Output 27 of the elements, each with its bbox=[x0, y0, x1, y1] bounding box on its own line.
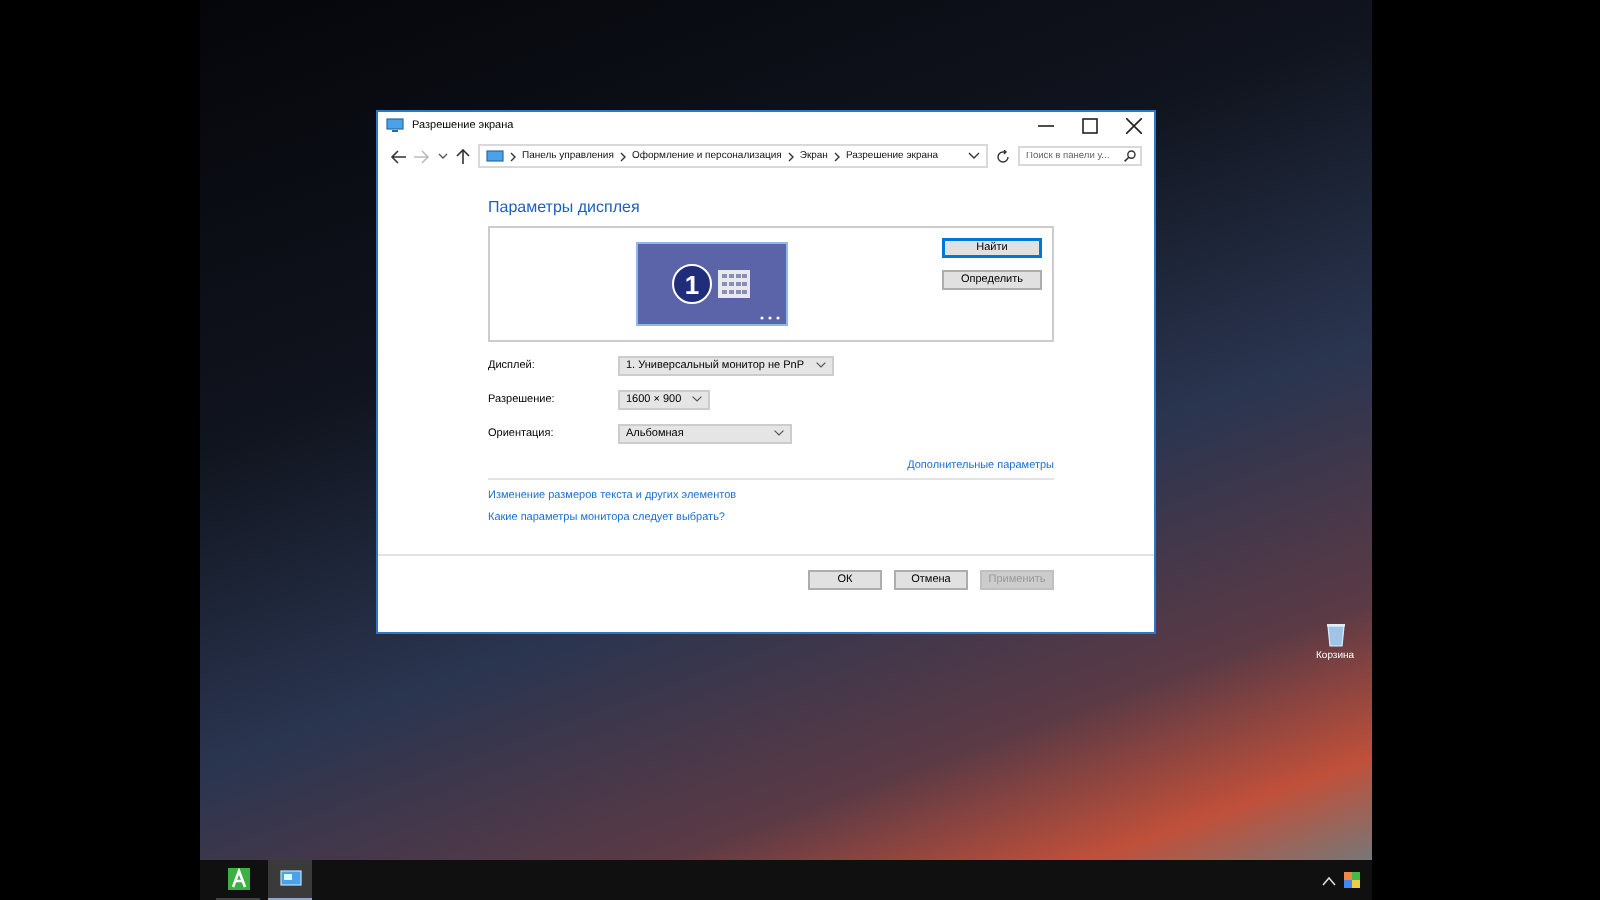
chevron-down-icon bbox=[692, 396, 702, 402]
search-icon bbox=[1124, 150, 1136, 162]
back-arrow-icon[interactable] bbox=[390, 149, 406, 163]
chevron-down-icon[interactable] bbox=[438, 152, 448, 160]
colorful-cube-icon[interactable] bbox=[1344, 872, 1360, 888]
chevron-down-icon bbox=[774, 430, 784, 436]
maximize-icon[interactable] bbox=[1082, 117, 1098, 133]
grid-icon bbox=[718, 270, 750, 298]
chevron-down-icon[interactable] bbox=[968, 152, 980, 160]
letter-a-app-icon bbox=[227, 868, 249, 890]
monitor-tile[interactable]: 1 bbox=[635, 242, 787, 326]
chevron-up-icon[interactable] bbox=[1322, 875, 1336, 885]
monitor-number: 1 bbox=[672, 264, 712, 304]
up-arrow-icon[interactable] bbox=[456, 148, 470, 164]
chevron-right-icon bbox=[619, 151, 626, 161]
refresh-icon[interactable] bbox=[996, 149, 1010, 163]
chevron-right-icon bbox=[510, 151, 516, 161]
recycle-bin-icon[interactable] bbox=[1321, 620, 1350, 648]
monitor-icon bbox=[386, 118, 404, 132]
close-icon[interactable] bbox=[1126, 117, 1142, 133]
chevron-right-icon bbox=[833, 151, 840, 161]
monitor-icon bbox=[279, 870, 301, 888]
chevron-down-icon bbox=[816, 362, 826, 368]
chevron-right-icon bbox=[787, 151, 794, 161]
taskbar-item[interactable] bbox=[268, 860, 312, 900]
monitor-icon bbox=[486, 149, 504, 163]
section-heading: Параметры дисплея bbox=[488, 198, 642, 216]
